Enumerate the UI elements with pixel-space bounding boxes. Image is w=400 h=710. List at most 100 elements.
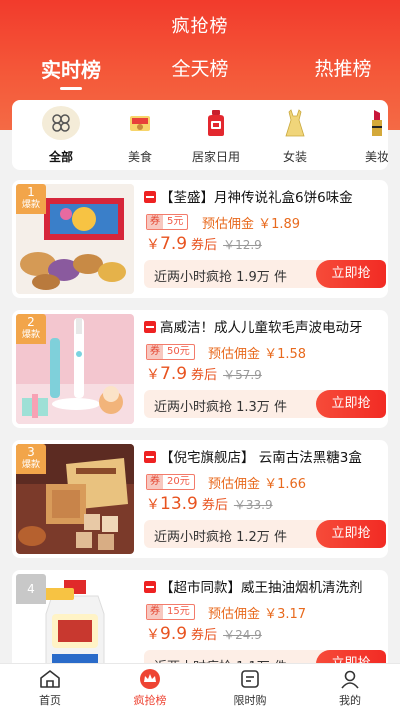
coupon-badge: 券 15元 [146,604,195,620]
product-name-text: 【荃盛】月神传说礼盒6饼6味金 [160,190,353,204]
tabbar-label: 限时购 [233,694,267,707]
category-label: 居家日用 [191,150,240,164]
price-row: ￥9.9 券后 ￥24.9 [146,624,262,644]
rank-badge: 4 [16,574,46,604]
tabbar-flash-sale[interactable]: 限时购 [210,668,290,708]
rank-number: 2 [27,315,35,329]
hot-tag: 爆款 [21,330,40,340]
rank-badge: 2 爆款 [16,314,46,344]
sales-text: 近两小时疯抢 1.3万 件 [154,400,287,415]
coupon-label: 券 [147,345,163,359]
price-symbol: ￥ [146,627,160,643]
coupon-value: 20元 [167,476,190,487]
food-icon [121,106,159,140]
tab-all-day[interactable]: 全天榜 [145,54,255,81]
lipstick-icon [358,106,388,140]
product-name[interactable]: 【超市同款】威王抽油烟机清洗剂 [144,576,384,594]
dress-icon [276,106,314,140]
sales-bar: 近两小时疯抢 1.2万 件 立即抢 [144,520,386,548]
product-name-text: 【倪宅旗舰店】 云南古法黑糖3盒 [160,450,362,464]
original-price: ￥12.9 [223,238,262,252]
tabbar-home[interactable]: 首页 [10,668,90,708]
page-title: 疯抢榜 [171,16,229,37]
product-name[interactable]: 【荃盛】月神传说礼盒6饼6味金 [144,186,384,204]
tabbar-label: 我的 [339,694,361,707]
detergent-icon [197,106,235,140]
category-womens-clothing[interactable]: 女装 [260,106,330,165]
coupon-label: 券 [147,605,163,619]
product-name-text: 【超市同款】威王抽油烟机清洗剂 [160,580,363,594]
coupon-badge: 券 20元 [146,474,195,490]
tabbar-label: 疯抢榜 [133,694,167,707]
price-symbol: ￥ [146,367,160,383]
grab-now-button[interactable]: 立即抢 [316,390,386,418]
commission-text: 预估佣金 ￥3.17 [208,607,307,622]
tab-hot-recommend[interactable]: 热推榜 [288,54,398,81]
product-card[interactable]: 1 爆款 【荃盛】月神传说礼盒6饼6味金 券 5元 预估佣金 ￥1.89 ￥7.… [12,180,388,298]
price-row: ￥13.9 券后 ￥33.9 [146,494,273,514]
tmall-icon [144,451,156,463]
after-coupon-label: 券后 [191,368,218,383]
home-icon [10,668,90,690]
coupon-value: 5元 [167,216,184,227]
rank-number: 3 [27,445,35,459]
product-card[interactable]: 2 爆款 高威洁！成人儿童软毛声波电动牙 券 50元 预估佣金 ￥1.58 ￥7… [12,310,388,428]
rank-number: 4 [27,582,35,596]
coupon-value: 50元 [167,346,190,357]
after-coupon-label: 券后 [191,238,218,253]
ranking-tabs: 实时榜 全天榜 热推榜 [0,54,400,90]
hot-tag: 爆款 [21,200,40,210]
rank-badge: 1 爆款 [16,184,46,214]
category-cosmetics[interactable]: 美妆 [342,106,388,165]
sales-bar: 近两小时疯抢 1.9万 件 立即抢 [144,260,386,288]
rank-badge: 3 爆款 [16,444,46,474]
product-name-text: 高威洁！成人儿童软毛声波电动牙 [160,320,363,334]
price-value: 9.9 [160,624,188,644]
coupon-value: 15元 [167,606,190,617]
product-name[interactable]: 【倪宅旗舰店】 云南古法黑糖3盒 [144,446,384,464]
coupon-badge: 券 50元 [146,344,195,360]
hot-tag: 爆款 [21,460,40,470]
after-coupon-label: 券后 [201,498,228,513]
grid-icon [42,106,80,140]
tmall-icon [144,321,156,333]
price-value: 13.9 [160,494,198,514]
price-value: 7.9 [160,234,188,254]
tmall-icon [144,581,156,593]
after-coupon-label: 券后 [191,628,218,643]
category-bar: 全部 美食 居家日用 女装 美妆 [12,100,388,170]
rank-number: 1 [27,185,35,199]
tabbar-label: 首页 [39,694,61,707]
grab-now-button[interactable]: 立即抢 [316,520,386,548]
active-tab-indicator [60,87,82,90]
product-card[interactable]: 3 爆款 【倪宅旗舰店】 云南古法黑糖3盒 券 20元 预估佣金 ￥1.66 ￥… [12,440,388,558]
coupon-badge: 券 5元 [146,214,189,230]
original-price: ￥33.9 [233,498,273,512]
commission-text: 预估佣金 ￥1.89 [202,217,301,232]
category-label: 女装 [282,150,307,164]
sales-bar: 近两小时疯抢 1.3万 件 立即抢 [144,390,386,418]
original-price: ￥57.9 [223,368,262,382]
category-household[interactable]: 居家日用 [181,106,251,165]
tab-realtime[interactable]: 实时榜 [16,54,126,83]
coupon-label: 券 [147,215,163,229]
tmall-icon [144,191,156,203]
category-label: 全部 [48,150,73,164]
coupon-label: 券 [147,475,163,489]
commission-text: 预估佣金 ￥1.66 [208,477,307,492]
user-icon [310,668,390,690]
tabbar-ranking[interactable]: 疯抢榜 [110,668,190,708]
commission-text: 预估佣金 ￥1.58 [208,347,307,362]
sales-text: 近两小时疯抢 1.9万 件 [154,270,287,285]
category-all[interactable]: 全部 [26,106,96,165]
grab-now-button[interactable]: 立即抢 [316,260,386,288]
crown-icon [110,668,190,690]
sales-text: 近两小时疯抢 1.2万 件 [154,530,287,545]
product-name[interactable]: 高威洁！成人儿童软毛声波电动牙 [144,316,384,334]
price-symbol: ￥ [146,237,160,253]
bottom-tab-bar: 首页 疯抢榜 限时购 我的 [0,663,400,710]
tabbar-profile[interactable]: 我的 [310,668,390,708]
price-row: ￥7.9 券后 ￥57.9 [146,364,262,384]
price-symbol: ￥ [146,497,160,513]
category-food[interactable]: 美食 [105,106,175,165]
